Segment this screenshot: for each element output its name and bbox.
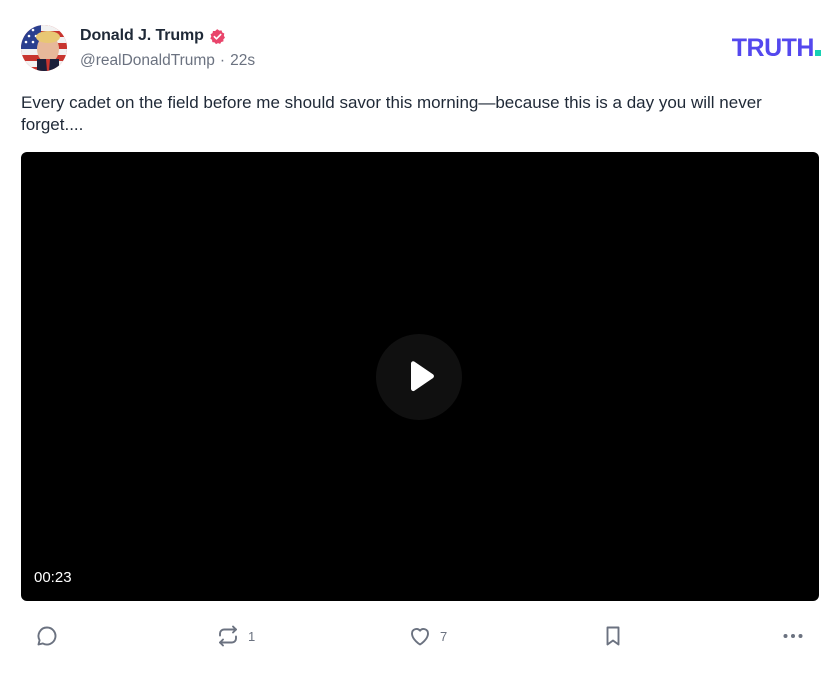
logo-dot [815, 50, 821, 56]
avatar[interactable] [21, 25, 67, 71]
video-player[interactable]: 00:23 [21, 152, 819, 601]
video-duration: 00:23 [34, 569, 72, 586]
like-count: 7 [440, 628, 448, 644]
bookmark-icon [606, 626, 620, 646]
verified-badge-icon [209, 28, 226, 45]
post-meta: @realDonaldTrump · 22s [80, 52, 255, 70]
post-header: Donald J. Trump @realDonaldTrump · 22s T… [21, 24, 821, 74]
post-actions: 1 7 [21, 620, 819, 652]
reply-button[interactable] [35, 620, 67, 652]
post-timestamp[interactable]: 22s [230, 52, 255, 70]
author-name[interactable]: Donald J. Trump [80, 27, 204, 45]
retruth-button[interactable]: 1 [216, 620, 255, 652]
play-button[interactable] [376, 334, 462, 420]
truth-logo: TRUTH [731, 34, 821, 62]
heart-icon [411, 628, 429, 646]
retruth-count: 1 [248, 628, 256, 644]
like-button[interactable]: 7 [408, 620, 447, 652]
author-row: Donald J. Trump [80, 26, 226, 46]
author-handle[interactable]: @realDonaldTrump [80, 52, 215, 70]
bookmark-button[interactable] [601, 620, 625, 652]
more-options-button[interactable] [781, 620, 805, 652]
more-icon [783, 634, 803, 638]
post-body-text: Every cadet on the field before me shoul… [21, 93, 762, 134]
logo-wordmark: TRUTH [731, 34, 815, 62]
meta-separator: · [219, 52, 226, 69]
reply-icon [37, 626, 57, 646]
play-icon [411, 361, 434, 392]
retruth-icon [219, 625, 237, 647]
